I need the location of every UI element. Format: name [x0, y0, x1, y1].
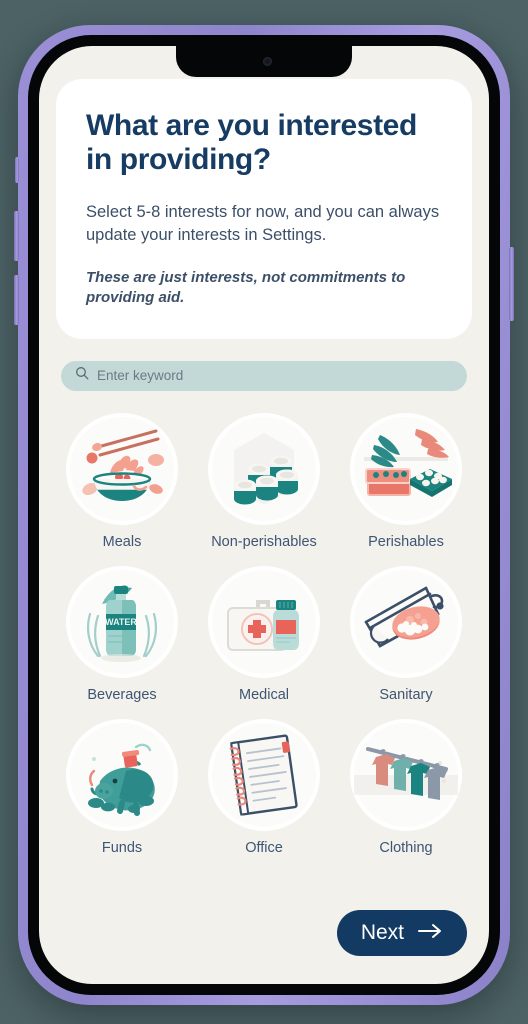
interest-label: Perishables — [368, 533, 444, 550]
notepad-icon — [208, 718, 320, 831]
interest-item-perishables[interactable]: Perishables — [337, 412, 475, 550]
page-note: These are just interests, not commitment… — [86, 268, 406, 307]
page-title: What are you interested in providing? — [86, 109, 417, 177]
search-icon — [75, 366, 89, 385]
interest-label: Meals — [102, 533, 142, 550]
app-content: What are you interested in providing? Se… — [39, 46, 489, 984]
phone-frame: What are you interested in providing? Se… — [14, 25, 514, 1005]
page-subtitle: Select 5-8 interests for now, and you ca… — [86, 203, 440, 245]
produce-crate-icon — [350, 412, 462, 525]
interest-item-clothing[interactable]: Clothing — [337, 718, 475, 856]
interest-label: Funds — [101, 839, 143, 856]
power-button[interactable] — [509, 247, 514, 321]
mute-switch-button[interactable] — [15, 157, 19, 183]
interest-label: Medical — [239, 686, 289, 703]
soap-bar-icon — [350, 565, 462, 678]
piggy-bank-icon — [66, 718, 178, 831]
interest-label: Clothing — [379, 839, 433, 856]
interest-item-funds[interactable]: Funds — [53, 718, 191, 856]
first-aid-kit-icon — [208, 565, 320, 678]
phone-screen: What are you interested in providing? Se… — [39, 46, 489, 984]
search-input[interactable] — [97, 368, 453, 384]
interest-grid: Meals Non-perishables Perishables WATER … — [53, 412, 475, 856]
interest-label: Office — [245, 839, 283, 856]
front-camera-icon — [262, 57, 272, 66]
canned-goods-icon — [208, 412, 320, 525]
page-background: What are you interested in providing? Se… — [0, 0, 528, 1024]
interest-item-non-perishables[interactable]: Non-perishables — [195, 412, 333, 550]
volume-down-button[interactable] — [14, 275, 19, 325]
meals-bowl-icon — [66, 412, 178, 525]
next-button[interactable]: Next — [336, 910, 467, 956]
interest-item-meals[interactable]: Meals — [53, 412, 191, 550]
arrow-right-icon — [418, 921, 443, 945]
interest-label: Beverages — [87, 686, 157, 703]
hero-card: What are you interested in providing? Se… — [56, 79, 472, 339]
phone-bezel: What are you interested in providing? Se… — [28, 35, 500, 995]
interest-item-beverages[interactable]: WATER Beverages — [53, 565, 191, 703]
notch — [176, 46, 352, 77]
interest-item-office[interactable]: Office — [195, 718, 333, 856]
svg-text:WATER: WATER — [105, 617, 137, 627]
interest-label: Sanitary — [379, 686, 433, 703]
interest-item-sanitary[interactable]: Sanitary — [337, 565, 475, 703]
clothing-rack-icon — [350, 718, 462, 831]
search-bar[interactable] — [61, 360, 467, 391]
interest-item-medical[interactable]: Medical — [195, 565, 333, 703]
next-button-label: Next — [360, 921, 404, 944]
interest-label: Non-perishables — [211, 533, 317, 550]
volume-up-button[interactable] — [14, 211, 19, 261]
water-bottle-icon: WATER — [66, 565, 178, 678]
